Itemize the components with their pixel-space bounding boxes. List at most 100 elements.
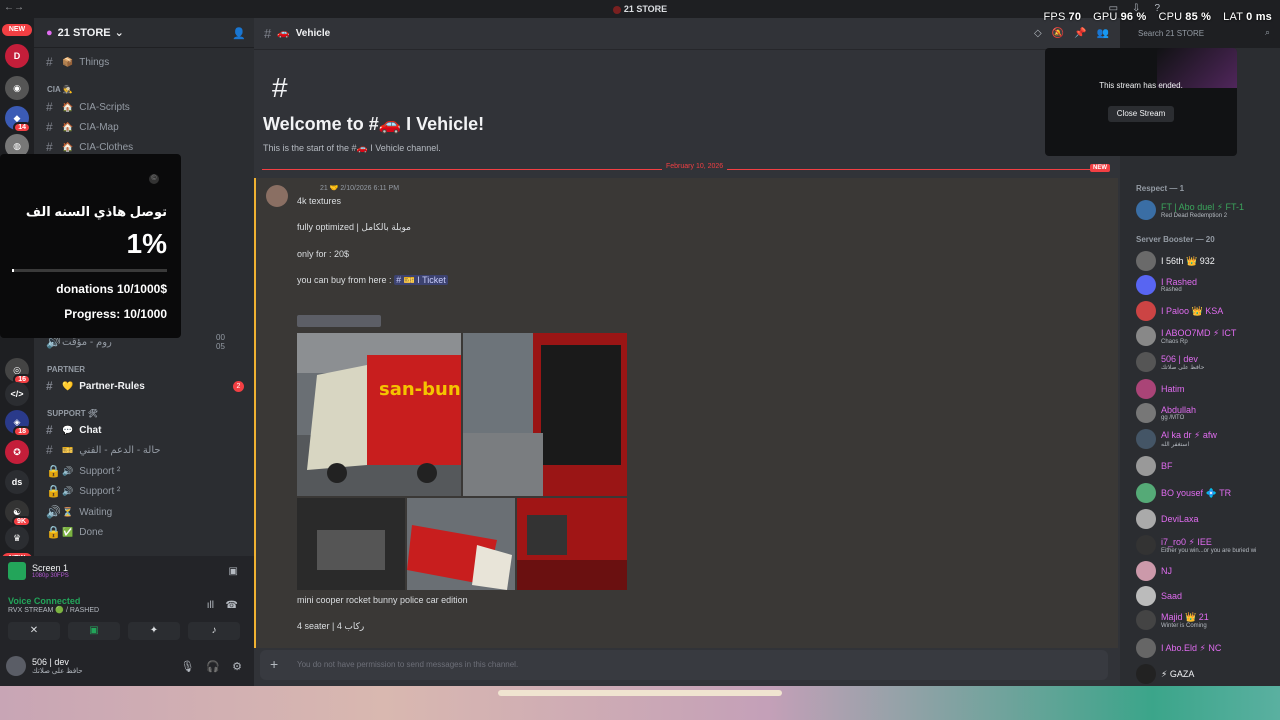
hash-icon: # bbox=[46, 55, 53, 69]
headphones-icon[interactable]: 🎧 bbox=[206, 660, 220, 673]
server-icon-profile[interactable]: ◉ bbox=[5, 76, 29, 100]
unread-badge: 2 bbox=[233, 381, 244, 392]
member-item[interactable]: NJ bbox=[1136, 560, 1276, 582]
screen-share-button[interactable]: ▣ bbox=[68, 622, 120, 640]
server-icon-crimson[interactable]: ✪ bbox=[5, 440, 29, 464]
add-member-icon[interactable]: 👤 bbox=[232, 27, 246, 40]
message-input[interactable]: + You do not have permission to send mes… bbox=[260, 650, 1108, 680]
author-avatar[interactable] bbox=[266, 185, 288, 207]
member-item[interactable]: Majid 👑 21 Winter is Coming bbox=[1136, 609, 1276, 631]
category-cia[interactable]: CIA 🕵 bbox=[47, 85, 73, 94]
server-icon-ninja[interactable]: ☯ 9K bbox=[5, 500, 31, 527]
member-name: FT | Abo duel ⚡ FT-1 bbox=[1161, 201, 1245, 212]
close-stream-button[interactable]: Close Stream bbox=[1108, 106, 1174, 122]
popout-icon[interactable]: ▣ bbox=[229, 566, 238, 577]
member-item[interactable]: DeviLaxa bbox=[1136, 508, 1276, 530]
server-icon-navy[interactable]: ◈ 18 bbox=[5, 410, 31, 437]
plus-icon[interactable]: + bbox=[270, 656, 278, 672]
voice-waiting[interactable]: 🔊 ⏳ Waiting bbox=[46, 503, 112, 521]
channel-cia-scripts[interactable]: # 🏠 CIA-Scripts bbox=[46, 98, 130, 116]
member-item[interactable]: I 56th 👑 932 bbox=[1136, 250, 1276, 272]
ticket-icon: 🎫 bbox=[62, 444, 74, 455]
server-icon-ds[interactable]: ds bbox=[5, 470, 29, 494]
microphone-icon[interactable]: 🎙 bbox=[180, 660, 194, 673]
member-item[interactable]: I Rashed Rashed bbox=[1136, 274, 1276, 296]
member-item[interactable]: ⚡ GAZA bbox=[1136, 663, 1276, 685]
member-item[interactable]: BF bbox=[1136, 455, 1276, 477]
server-icon-red[interactable]: D bbox=[5, 44, 29, 68]
code-icon[interactable]: </> bbox=[5, 382, 29, 406]
widget-logo-icon: © bbox=[149, 174, 159, 184]
new-badge: NEW bbox=[2, 24, 32, 36]
server-icon-dark[interactable]: ◎ 16 bbox=[5, 358, 31, 385]
avatar bbox=[1136, 403, 1156, 423]
category-support[interactable]: SUPPORT 🛠 bbox=[47, 409, 98, 418]
user-info[interactable]: 506 | dev حافظ على صلاتك bbox=[6, 656, 83, 676]
channel-partner-rules[interactable]: # 💛 Partner-Rules bbox=[46, 377, 145, 395]
member-item[interactable]: FT | Abo duel ⚡ FT-1 Red Dead Redemption … bbox=[1136, 199, 1276, 221]
member-list-icon[interactable]: 👥 bbox=[1097, 28, 1109, 39]
screen-icon bbox=[8, 562, 26, 580]
gallery-image-interior[interactable] bbox=[297, 498, 405, 590]
disconnect-icon[interactable]: ☎ bbox=[226, 600, 238, 611]
activities-button[interactable]: ✦ bbox=[128, 622, 180, 640]
avatar bbox=[1136, 483, 1156, 503]
welcome-heading: Welcome to #🚗 I Vehicle! bbox=[263, 114, 485, 134]
signal-icon[interactable]: ıll bbox=[207, 600, 214, 611]
channel-cia-map[interactable]: # 🏠 CIA-Map bbox=[46, 118, 119, 136]
avatar bbox=[1136, 326, 1156, 346]
latency-stat: LAT 0 ms bbox=[1223, 11, 1272, 23]
avatar bbox=[1136, 586, 1156, 606]
screen-share-preview[interactable]: Screen 1 1080p 30FPS bbox=[8, 562, 69, 580]
voice-connection-status[interactable]: Voice Connected RVX STREAM 🟢 / RASHED bbox=[8, 596, 99, 614]
member-name: Majid 👑 21 bbox=[1161, 611, 1209, 622]
donation-progress-bar bbox=[12, 269, 167, 272]
member-item[interactable]: Abdullah gg /MTO bbox=[1136, 402, 1276, 424]
channel-chat[interactable]: # 💬 Chat bbox=[46, 421, 101, 439]
voice-buttons: ✕ ▣ ✦ ♪ bbox=[8, 622, 240, 640]
lock-icon: 🔒 bbox=[46, 484, 61, 498]
member-item[interactable]: Al ka dr ⚡ afw استغفر الله bbox=[1136, 428, 1276, 450]
category-partner[interactable]: Partner bbox=[47, 365, 85, 374]
channel-support-status[interactable]: # 🎫 حالة - الدعم - الفني bbox=[46, 441, 161, 459]
avatar bbox=[1136, 610, 1156, 630]
voice-support-2[interactable]: 🔒 🔊 Support ² bbox=[46, 482, 120, 500]
ticket-channel-mention[interactable]: # 🎫 I Ticket bbox=[394, 275, 448, 285]
server-icon-blue[interactable]: ◆ 14 bbox=[5, 106, 31, 133]
voice-support-1[interactable]: 🔒 🔊 Support ² bbox=[46, 462, 120, 480]
gallery-image-street[interactable] bbox=[463, 333, 627, 496]
stream-popup: This stream has ended. Close Stream bbox=[1045, 48, 1237, 156]
member-name: I Rashed bbox=[1161, 277, 1198, 287]
member-item[interactable]: Saad bbox=[1136, 585, 1276, 607]
server-icon-badge[interactable]: ♛ bbox=[5, 526, 29, 550]
gallery-image-truck-front[interactable]: san-bun bbox=[297, 333, 461, 496]
member-item[interactable]: Hatim bbox=[1136, 378, 1276, 400]
settings-gear-icon[interactable]: ⚙ bbox=[232, 660, 242, 673]
message-line: fully optimized | موبلة بالكامل bbox=[297, 222, 411, 232]
avatar bbox=[1136, 200, 1156, 220]
pin-icon[interactable]: 📌 bbox=[1074, 28, 1086, 39]
member-status: استغفر الله bbox=[1161, 442, 1190, 448]
member-item[interactable]: I ABOO7MD ⚡ ICT Chaos Rp bbox=[1136, 325, 1276, 347]
member-item[interactable]: I Abo.Eld ⚡ NC bbox=[1136, 637, 1276, 659]
member-name: 506 | dev bbox=[1161, 353, 1198, 364]
server-header[interactable]: ● 21 STORE ⌄ 👤 bbox=[34, 18, 254, 48]
gallery-image-rear[interactable] bbox=[517, 498, 627, 590]
soundboard-button[interactable]: ♪ bbox=[188, 622, 240, 640]
channel-things[interactable]: # 📦 Things bbox=[46, 53, 109, 71]
game-hud-bar bbox=[498, 690, 782, 696]
mute-bell-icon[interactable]: 🔕 bbox=[1052, 28, 1064, 39]
channel-name: Vehicle bbox=[295, 28, 331, 39]
gallery-image-red-truck[interactable] bbox=[407, 498, 515, 590]
message-item[interactable]: 21 🤝 2/10/2026 6:11 PM 4k textures fully… bbox=[254, 178, 1118, 648]
video-off-button[interactable]: ✕ bbox=[8, 622, 60, 640]
member-item[interactable]: I Paloo 👑 KSA bbox=[1136, 300, 1276, 322]
member-name: I Paloo 👑 KSA bbox=[1161, 305, 1224, 316]
member-item[interactable]: BO yousef 💠 TR bbox=[1136, 482, 1276, 504]
voice-done[interactable]: 🔒 ✅ Done bbox=[46, 523, 103, 541]
member-item[interactable]: 506 | dev حافظ على صلاتك bbox=[1136, 351, 1276, 373]
member-group-respect: Respect — 1 bbox=[1136, 184, 1185, 193]
threads-icon[interactable]: ◇ bbox=[1034, 28, 1042, 39]
member-item[interactable]: i7_ro0 ⚡ IEE Either you win...or you are … bbox=[1136, 534, 1276, 556]
search-input[interactable]: Search 21 STORE ⌕ bbox=[1132, 25, 1274, 41]
